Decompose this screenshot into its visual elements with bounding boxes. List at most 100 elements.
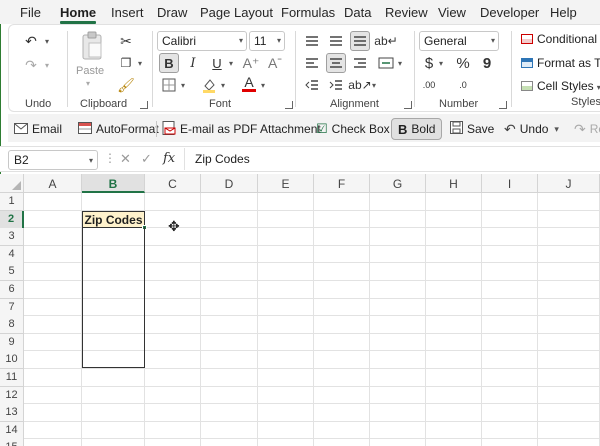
chevron-down-icon[interactable]: ▾ [261,81,265,90]
row-header-15[interactable]: 15 [0,439,24,446]
format-painter-icon[interactable]: 🖌 [116,75,136,95]
select-all-button[interactable] [0,174,24,193]
comma-style-icon[interactable]: 9 [477,53,497,73]
autoformat-button[interactable]: AutoFormat [78,118,159,140]
font-launcher-icon[interactable] [285,101,293,109]
number-launcher-icon[interactable] [499,101,507,109]
column-header-j[interactable]: J [538,174,600,193]
worksheet-grid[interactable]: ABCDEFGHIJ123456789101112131415 Zip Code… [0,174,600,446]
cell-styles-button[interactable]: Cell Styles ▾ [521,79,600,93]
chevron-down-icon[interactable]: ▾ [229,59,233,68]
align-bottom-icon[interactable] [350,31,370,51]
orientation-icon[interactable]: ab↗ [348,75,371,95]
align-right-icon[interactable] [350,53,370,73]
row-header-7[interactable]: 7 [0,299,24,317]
enter-icon[interactable]: ✓ [141,151,152,167]
clipboard-launcher-icon[interactable] [140,101,148,109]
row-header-14[interactable]: 14 [0,422,24,440]
font-color-button[interactable]: A [239,73,259,93]
column-header-h[interactable]: H [426,174,482,193]
alignment-launcher-icon[interactable] [404,101,412,109]
row-header-5[interactable]: 5 [0,263,24,281]
borders-icon[interactable] [159,75,179,95]
column-header-c[interactable]: C [145,174,201,193]
tab-data[interactable]: Data [344,5,371,20]
chevron-down-icon[interactable]: ▾ [221,81,225,90]
tab-formulas[interactable]: Formulas [281,5,335,20]
font-size-select[interactable]: 11 ▾ [249,31,285,51]
tab-home[interactable]: Home [60,5,96,20]
paste-button[interactable] [80,31,104,61]
bold-button[interactable]: B [159,53,179,73]
undo-icon[interactable]: ↶ [21,31,41,51]
align-top-icon[interactable] [302,31,322,51]
tab-view[interactable]: View [438,5,466,20]
column-header-g[interactable]: G [370,174,426,193]
merge-center-icon[interactable] [376,53,396,73]
row-header-2[interactable]: 2 [0,211,24,229]
tab-file[interactable]: File [20,5,41,20]
cell-b2[interactable]: Zip Codes [82,211,147,230]
redo-toolbar-button[interactable]: ↷Re [574,118,600,140]
chevron-down-icon[interactable]: ▾ [398,59,402,68]
copy-icon[interactable]: ❐ [116,53,136,73]
chevron-down-icon[interactable]: ▾ [439,59,443,68]
save-button[interactable]: Save [450,118,494,140]
chevron-down-icon[interactable]: ▾ [45,37,49,46]
column-header-b[interactable]: B [82,174,145,193]
align-middle-icon[interactable] [326,31,346,51]
decrease-font-icon[interactable]: Aˉ [265,53,285,73]
column-header-e[interactable]: E [258,174,314,193]
decrease-decimal-icon[interactable]: .0 [453,75,473,95]
align-center-icon[interactable] [326,53,346,73]
wrap-text-icon[interactable]: ab↵ [374,31,397,51]
chevron-down-icon[interactable]: ▾ [372,81,376,90]
row-header-3[interactable]: 3 [0,228,24,246]
name-box[interactable]: B2 ▾ [8,150,98,170]
undo-toolbar-button[interactable]: ↶ Undo ▾ [504,118,559,140]
formula-input[interactable]: Zip Codes [184,148,600,170]
align-left-icon[interactable] [302,53,322,73]
column-header-d[interactable]: D [201,174,258,193]
row-header-9[interactable]: 9 [0,334,24,352]
column-header-a[interactable]: A [24,174,82,193]
tab-help[interactable]: Help [550,5,577,20]
underline-button[interactable]: U [207,53,227,73]
column-header-f[interactable]: F [314,174,370,193]
currency-icon[interactable]: $ [419,53,439,73]
insert-function-icon[interactable]: fx [163,151,175,166]
increase-decimal-icon[interactable]: .00 [419,75,439,95]
tab-review[interactable]: Review [385,5,428,20]
number-format-select[interactable]: General ▾ [419,31,499,51]
font-name-select[interactable]: Calibri ▾ [157,31,247,51]
italic-button[interactable]: I [183,53,203,73]
tab-page-layout[interactable]: Page Layout [200,5,273,20]
row-header-6[interactable]: 6 [0,281,24,299]
tab-draw[interactable]: Draw [157,5,187,20]
tab-insert[interactable]: Insert [111,5,144,20]
row-header-13[interactable]: 13 [0,404,24,422]
format-as-table-button[interactable]: Format as Table [521,56,600,70]
column-header-i[interactable]: I [482,174,538,193]
email-button[interactable]: Email [14,118,62,140]
bold-toolbar-button[interactable]: B Bold [391,118,443,140]
redo-icon[interactable]: ↷ [21,55,41,75]
row-header-10[interactable]: 10 [0,351,24,369]
row-header-12[interactable]: 12 [0,387,24,405]
more-options-icon[interactable]: ⋮ [104,151,116,165]
chevron-down-icon[interactable]: ▾ [86,79,90,88]
increase-indent-icon[interactable] [326,75,346,95]
check-box-button[interactable]: ☑ Check Box [316,118,390,140]
row-header-8[interactable]: 8 [0,316,24,334]
chevron-down-icon[interactable]: ▾ [45,61,49,70]
cancel-icon[interactable]: ✕ [120,151,131,167]
cut-icon[interactable]: ✂ [116,31,136,51]
row-header-11[interactable]: 11 [0,369,24,387]
decrease-indent-icon[interactable] [302,75,322,95]
percent-icon[interactable]: % [453,53,473,73]
row-header-4[interactable]: 4 [0,246,24,264]
chevron-down-icon[interactable]: ▾ [181,81,185,90]
chevron-down-icon[interactable]: ▾ [138,59,142,68]
row-header-1[interactable]: 1 [0,193,24,211]
tab-developer[interactable]: Developer [480,5,539,20]
